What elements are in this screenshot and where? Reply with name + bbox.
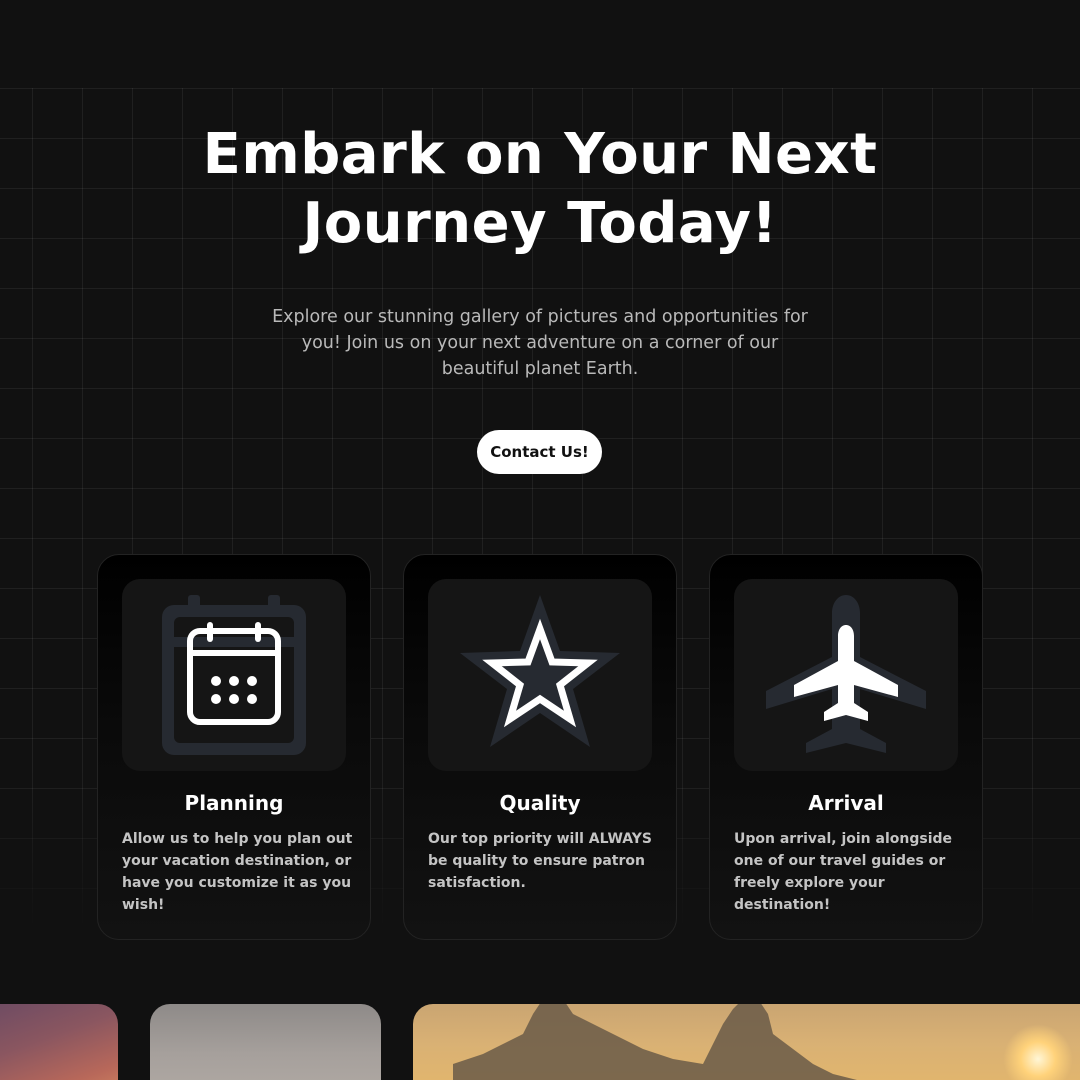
feature-description: Our top priority will ALWAYS be quality … [428,831,652,891]
hero-title: Embark on Your Next Journey Today! [140,120,940,258]
feature-description: Upon arrival, join alongside one of our … [734,831,953,913]
hero-subtitle: Explore our stunning gallery of pictures… [272,307,808,379]
feature-card-quality: Quality Our top priority will ALWAYS be … [403,554,677,940]
cathedral-silhouette [453,1004,857,1080]
feature-title: Quality [499,791,581,815]
feature-card-arrival: Arrival Upon arrival, join alongside one… [709,554,983,940]
feature-title: Arrival [808,791,884,815]
gallery-photo-sky[interactable] [150,1004,381,1080]
feature-icon-box [734,579,958,771]
feature-card-planning: Planning Allow us to help you plan out y… [97,554,371,940]
contact-us-button[interactable]: Contact Us! [477,430,602,474]
hero-title-line-2: Journey Today! [302,191,778,256]
star-icon [460,595,620,747]
landing-page: Embark on Your Next Journey Today! Explo… [0,0,1080,1080]
feature-icon-box [122,579,346,771]
gallery-photo-cathedral[interactable] [413,1004,1080,1080]
airplane-icon [766,595,926,753]
gallery-photo-sunset[interactable] [0,1004,118,1080]
hero-title-line-1: Embark on Your Next [202,122,878,187]
feature-title: Planning [184,791,284,815]
calendar-icon [162,595,306,755]
feature-icon-box [428,579,652,771]
feature-description: Allow us to help you plan out your vacat… [122,831,353,913]
